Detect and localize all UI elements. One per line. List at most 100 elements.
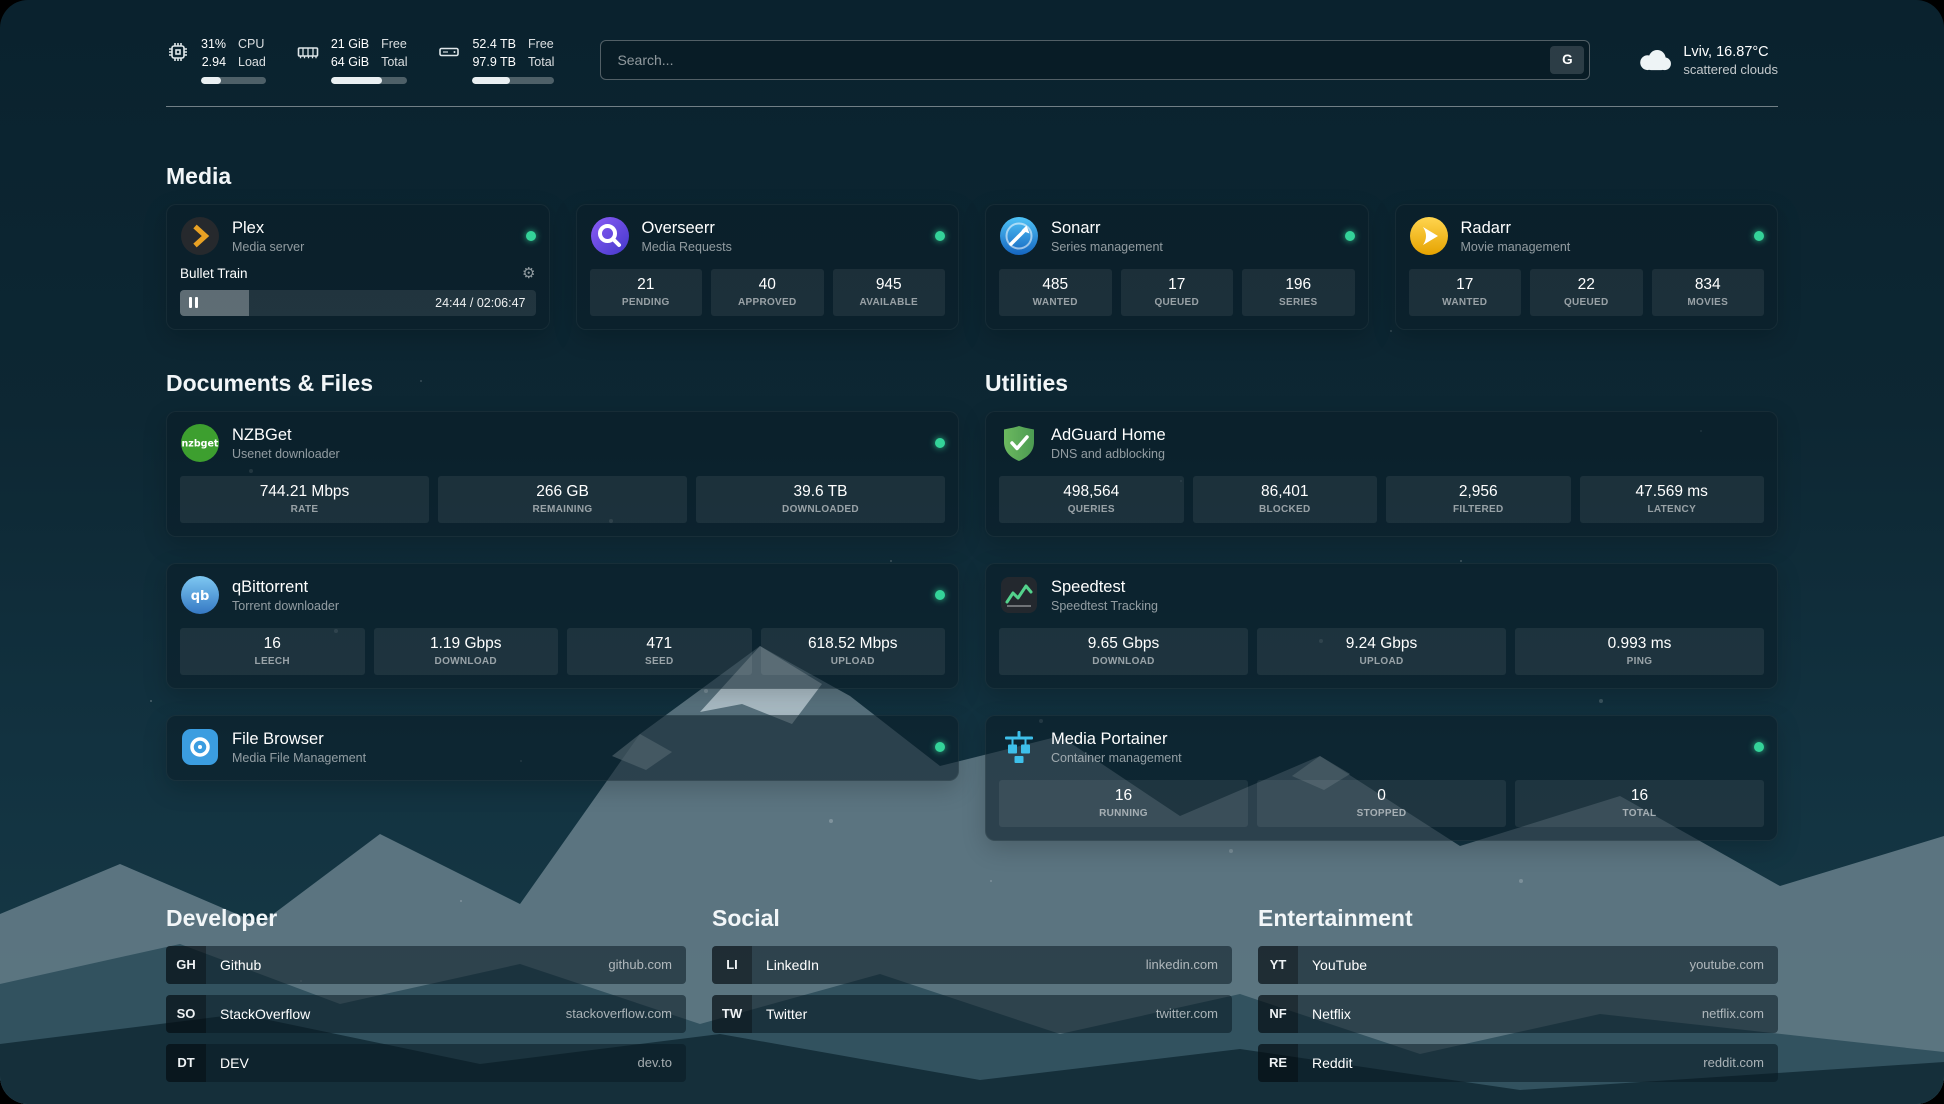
stat-label: WANTED [1003,297,1108,308]
stat-stopped: 0 STOPPED [1257,780,1506,827]
service-name: Plex [232,218,304,239]
stat-upload: 9.24 Gbps UPLOAD [1257,628,1506,675]
service-name: NZBGet [232,425,340,446]
settings-gear-icon[interactable]: ⚙ [522,266,535,281]
overseerr-icon [590,216,630,256]
cpu-progress-bar [201,77,266,84]
pause-icon[interactable] [189,297,198,308]
service-link-portainer[interactable]: Media Portainer Container management [999,727,1764,767]
stat-value: 498,564 [1003,483,1180,501]
stat-value: 86,401 [1197,483,1374,501]
stat-blocked: 86,401 BLOCKED [1193,476,1378,523]
weather-widget: Lviv, 16.87°C scattered clouds [1636,43,1778,78]
now-playing-title: Bullet Train [180,266,248,281]
bookmark-abbr: YT [1258,946,1298,984]
bookmark-abbr: RE [1258,1044,1298,1082]
bookmark-abbr: TW [712,995,752,1033]
service-link-plex[interactable]: Plex Media server [180,216,536,256]
stat-value: 1.19 Gbps [378,635,555,653]
section-title-entertainment: Entertainment [1258,905,1778,932]
service-subtitle: DNS and adblocking [1051,447,1166,461]
stat-label: DOWNLOAD [378,656,555,667]
section-media: Media Plex Media server [166,163,1778,330]
stat-upload: 618.52 Mbps UPLOAD [761,628,946,675]
service-name: Overseerr [642,218,732,239]
bookmark-netflix[interactable]: NF Netflix netflix.com [1258,995,1778,1033]
service-card-adguard: AdGuard Home DNS and adblocking 498,564 … [985,411,1778,537]
service-card-filebrowser: File Browser Media File Management [166,715,959,781]
memory-total-label: Total [381,54,407,71]
service-card-overseerr: Overseerr Media Requests 21 PENDING 40 A… [576,204,960,330]
stat-label: BLOCKED [1197,504,1374,515]
service-link-speedtest[interactable]: Speedtest Speedtest Tracking [999,575,1764,615]
search-input[interactable] [615,51,1550,69]
stat-label: REMAINING [442,504,683,515]
cpu-usage-label: CPU [238,36,266,53]
memory-icon [296,40,320,64]
stat-filtered: 2,956 FILTERED [1386,476,1571,523]
service-name: AdGuard Home [1051,425,1166,446]
cpu-load-value: 2.94 [201,54,226,71]
stat-ping: 0.993 ms PING [1515,628,1764,675]
stat-wanted: 485 WANTED [999,269,1112,316]
service-subtitle: Movie management [1461,240,1571,254]
stat-label: UPLOAD [1261,656,1502,667]
bookmark-url: github.com [608,946,686,984]
service-link-radarr[interactable]: Radarr Movie management [1409,216,1765,256]
bookmark-url: netflix.com [1702,995,1778,1033]
bookmark-twitter[interactable]: TW Twitter twitter.com [712,995,1232,1033]
bookmark-github[interactable]: GH Github github.com [166,946,686,984]
playback-time: 24:44 / 02:06:47 [435,296,525,310]
stat-value: 17 [1413,276,1518,294]
stat-seed: 471 SEED [567,628,752,675]
stat-label: PENDING [594,297,699,308]
stat-value: 17 [1125,276,1230,294]
service-name: Media Portainer [1051,729,1182,750]
plex-icon [180,216,220,256]
weather-condition: scattered clouds [1683,62,1778,77]
search-provider-button[interactable]: G [1550,46,1584,74]
status-dot [1754,231,1764,241]
bookmark-abbr: LI [712,946,752,984]
header-divider [166,106,1778,107]
stat-rate: 744.21 Mbps RATE [180,476,429,523]
memory-free-label: Free [381,36,407,53]
service-link-overseerr[interactable]: Overseerr Media Requests [590,216,946,256]
stat-value: 618.52 Mbps [765,635,942,653]
service-link-sonarr[interactable]: Sonarr Series management [999,216,1355,256]
stat-queued: 22 QUEUED [1530,269,1643,316]
playback-progress-bar[interactable]: 24:44 / 02:06:47 [180,290,536,316]
stat-approved: 40 APPROVED [711,269,824,316]
bookmark-group-entertainment: Entertainment YT YouTube youtube.com NF … [1258,905,1778,1093]
bookmark-url: youtube.com [1690,946,1778,984]
status-dot [1754,742,1764,752]
stat-label: DOWNLOADED [700,504,941,515]
service-subtitle: Container management [1051,751,1182,765]
bookmark-name: StackOverflow [206,995,324,1033]
bookmark-stackoverflow[interactable]: SO StackOverflow stackoverflow.com [166,995,686,1033]
service-name: Speedtest [1051,577,1158,598]
memory-progress-fill [331,77,382,84]
snow-particles [0,0,2,2]
bookmark-name: Github [206,946,275,984]
service-link-qbittorrent[interactable]: qb qBittorrent Torrent downloader [180,575,945,615]
stat-label: STOPPED [1261,808,1502,819]
bookmark-linkedin[interactable]: LI LinkedIn linkedin.com [712,946,1232,984]
service-link-filebrowser[interactable]: File Browser Media File Management [180,727,945,767]
portainer-icon [999,727,1039,767]
service-subtitle: Media Requests [642,240,732,254]
bookmark-abbr: GH [166,946,206,984]
disk-icon [437,40,461,64]
stat-value: 485 [1003,276,1108,294]
service-link-nzbget[interactable]: nzbget NZBGet Usenet downloader [180,423,945,463]
bookmark-reddit[interactable]: RE Reddit reddit.com [1258,1044,1778,1082]
stat-available: 945 AVAILABLE [833,269,946,316]
sonarr-icon [999,216,1039,256]
service-link-adguard[interactable]: AdGuard Home DNS and adblocking [999,423,1764,463]
stat-value: 39.6 TB [700,483,941,501]
bookmark-youtube[interactable]: YT YouTube youtube.com [1258,946,1778,984]
bookmark-url: reddit.com [1703,1044,1778,1082]
service-name: qBittorrent [232,577,339,598]
bookmark-dev[interactable]: DT DEV dev.to [166,1044,686,1082]
stat-label: APPROVED [715,297,820,308]
